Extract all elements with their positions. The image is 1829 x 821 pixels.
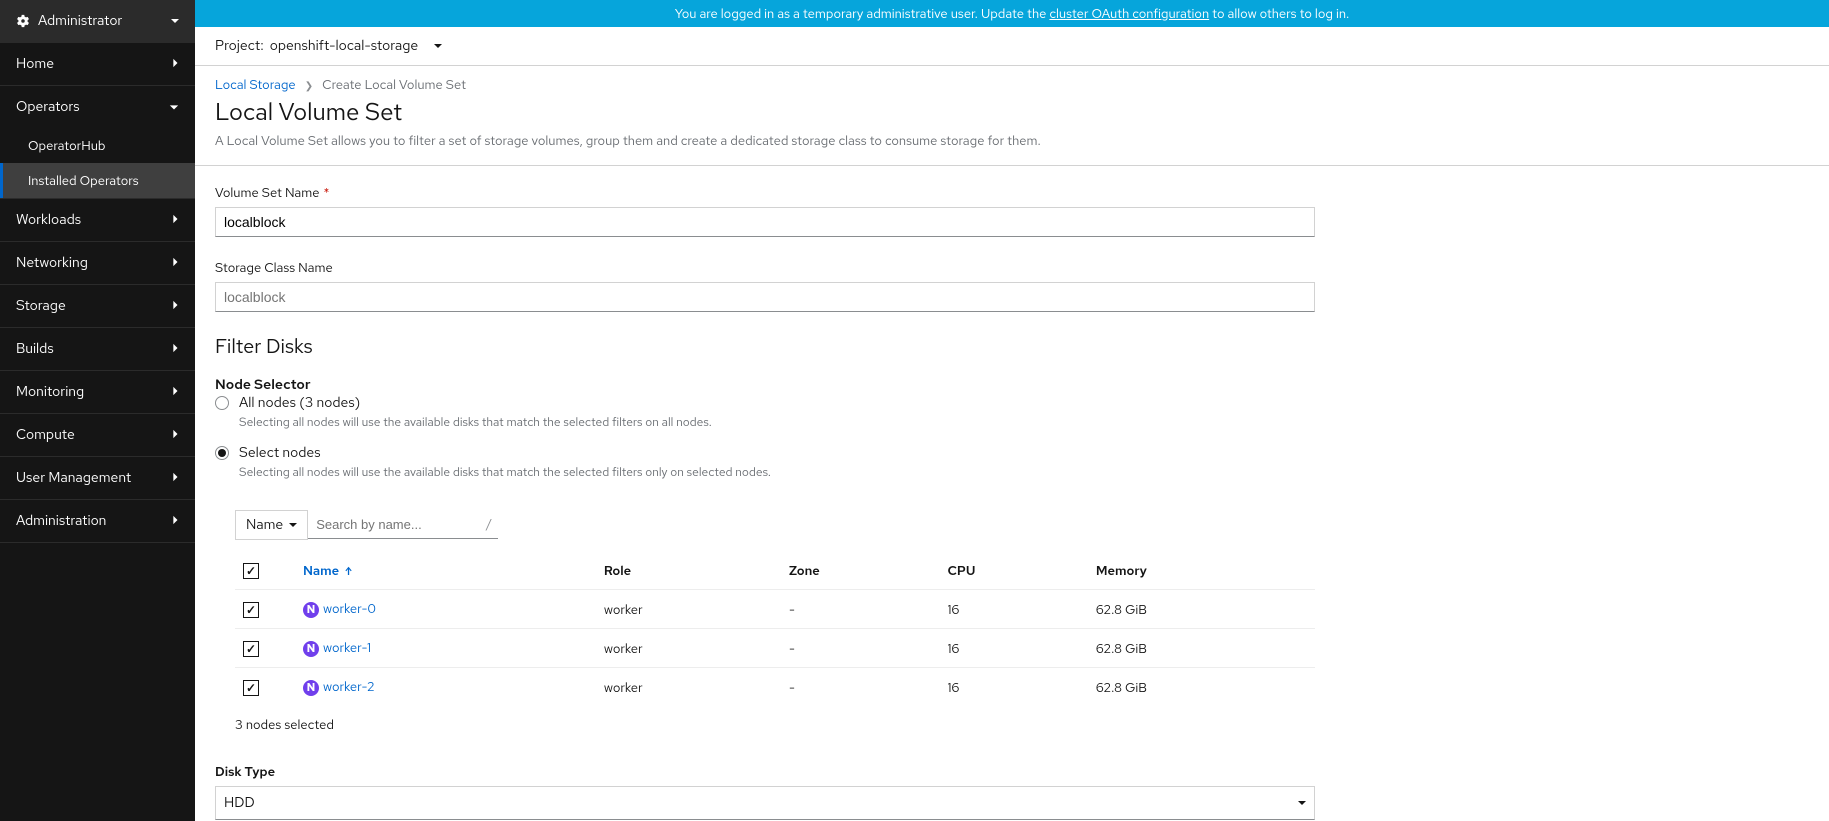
row-checkbox[interactable] — [243, 641, 259, 657]
chevron-right-icon — [171, 211, 179, 229]
nodes-table: Name↑ Role Zone CPU Memory Nworker-0 work… — [235, 552, 1315, 706]
table-row: Nworker-2 worker-1662.8 GiB — [235, 668, 1315, 707]
disk-type-select[interactable]: HDD — [215, 786, 1315, 820]
cell-cpu: 16 — [940, 629, 1088, 668]
storage-class-name-input[interactable] — [215, 282, 1315, 312]
nav-networking[interactable]: Networking — [0, 242, 195, 285]
nav-admin-label: Administrator — [38, 12, 122, 30]
nav-operators[interactable]: Operators — [0, 86, 195, 128]
nav-builds[interactable]: Builds — [0, 328, 195, 371]
chevron-right-icon — [171, 340, 179, 358]
chevron-right-icon — [171, 512, 179, 530]
caret-down-icon — [1298, 801, 1306, 805]
project-label: Project: — [215, 37, 264, 55]
col-zone: Zone — [781, 552, 940, 590]
row-checkbox[interactable] — [243, 680, 259, 696]
chevron-right-icon — [171, 55, 179, 73]
nav-workloads[interactable]: Workloads — [0, 199, 195, 242]
cell-memory: 62.8 GiB — [1088, 629, 1315, 668]
volume-set-name-input[interactable] — [215, 207, 1315, 237]
cell-zone: - — [781, 629, 940, 668]
breadcrumb: Local Storage ❯ Create Local Volume Set — [195, 66, 1829, 93]
chevron-right-icon — [171, 383, 179, 401]
node-search-input[interactable] — [308, 511, 498, 539]
nav-installed-operators[interactable]: Installed Operators — [0, 163, 195, 198]
select-all-checkbox[interactable] — [243, 563, 259, 579]
table-row: Nworker-0 worker-1662.8 GiB — [235, 590, 1315, 629]
chevron-right-icon — [171, 297, 179, 315]
chevron-down-icon — [169, 98, 179, 116]
node-badge-icon: N — [303, 602, 319, 618]
breadcrumb-current: Create Local Volume Set — [322, 76, 466, 93]
nav-administration[interactable]: Administration — [0, 500, 195, 543]
filter-disks-heading: Filter Disks — [215, 334, 1315, 360]
cell-memory: 62.8 GiB — [1088, 590, 1315, 629]
nav-user-management[interactable]: User Management — [0, 457, 195, 500]
node-link[interactable]: worker-1 — [323, 639, 371, 656]
radio-all-nodes-label: All nodes (3 nodes) — [239, 394, 712, 412]
page-description: A Local Volume Set allows you to filter … — [215, 132, 1809, 149]
caret-down-icon — [289, 523, 297, 527]
storage-class-name-label: Storage Class Name — [215, 259, 1315, 276]
chevron-right-icon — [171, 426, 179, 444]
nav-storage[interactable]: Storage — [0, 285, 195, 328]
breadcrumb-parent[interactable]: Local Storage — [215, 76, 296, 93]
cell-cpu: 16 — [940, 668, 1088, 707]
radio-select-nodes[interactable] — [215, 446, 229, 460]
col-memory: Memory — [1088, 552, 1315, 590]
chevron-right-icon — [171, 469, 179, 487]
cell-zone: - — [781, 668, 940, 707]
col-name[interactable]: Name↑ — [295, 552, 596, 590]
cell-zone: - — [781, 590, 940, 629]
caret-down-icon — [171, 19, 179, 23]
sidebar: Administrator Home Operators OperatorHub… — [0, 0, 195, 821]
nav-admin-toggle[interactable]: Administrator — [0, 0, 195, 43]
chevron-right-icon: ❯ — [305, 80, 313, 93]
filter-type-dropdown[interactable]: Name — [235, 510, 308, 540]
radio-select-nodes-label: Select nodes — [239, 444, 771, 462]
disk-type-label: Disk Type — [215, 763, 1315, 780]
node-link[interactable]: worker-0 — [323, 600, 376, 617]
cell-role: worker — [596, 590, 781, 629]
node-link[interactable]: worker-2 — [323, 678, 375, 695]
row-checkbox[interactable] — [243, 602, 259, 618]
node-badge-icon: N — [303, 641, 319, 657]
cell-cpu: 16 — [940, 590, 1088, 629]
cell-memory: 62.8 GiB — [1088, 668, 1315, 707]
cell-role: worker — [596, 668, 781, 707]
search-slash-hint: / — [486, 515, 492, 532]
sort-asc-icon: ↑ — [345, 565, 352, 579]
nav-operatorhub[interactable]: OperatorHub — [0, 128, 195, 163]
col-cpu: CPU — [940, 552, 1088, 590]
cell-role: worker — [596, 629, 781, 668]
volume-set-name-label: Volume Set Name* — [215, 184, 1315, 201]
nav-compute[interactable]: Compute — [0, 414, 195, 457]
table-row: Nworker-1 worker-1662.8 GiB — [235, 629, 1315, 668]
radio-all-nodes[interactable] — [215, 396, 229, 410]
login-banner: You are logged in as a temporary adminis… — [195, 0, 1829, 27]
project-selector[interactable]: Project: openshift-local-storage — [195, 27, 1829, 66]
radio-all-nodes-help: Selecting all nodes will use the availab… — [239, 414, 712, 430]
nodes-selected-count: 3 nodes selected — [235, 716, 1315, 733]
caret-down-icon — [434, 44, 442, 48]
nav-monitoring[interactable]: Monitoring — [0, 371, 195, 414]
gear-icon — [16, 14, 30, 28]
col-role: Role — [596, 552, 781, 590]
node-selector-label: Node Selector — [215, 376, 311, 394]
node-badge-icon: N — [303, 680, 319, 696]
project-value: openshift-local-storage — [270, 37, 418, 55]
radio-select-nodes-help: Selecting all nodes will use the availab… — [239, 464, 771, 480]
nav-home[interactable]: Home — [0, 43, 195, 86]
page-title: Local Volume Set — [215, 97, 1809, 128]
banner-oauth-link[interactable]: cluster OAuth configuration — [1049, 5, 1209, 22]
chevron-right-icon — [171, 254, 179, 272]
